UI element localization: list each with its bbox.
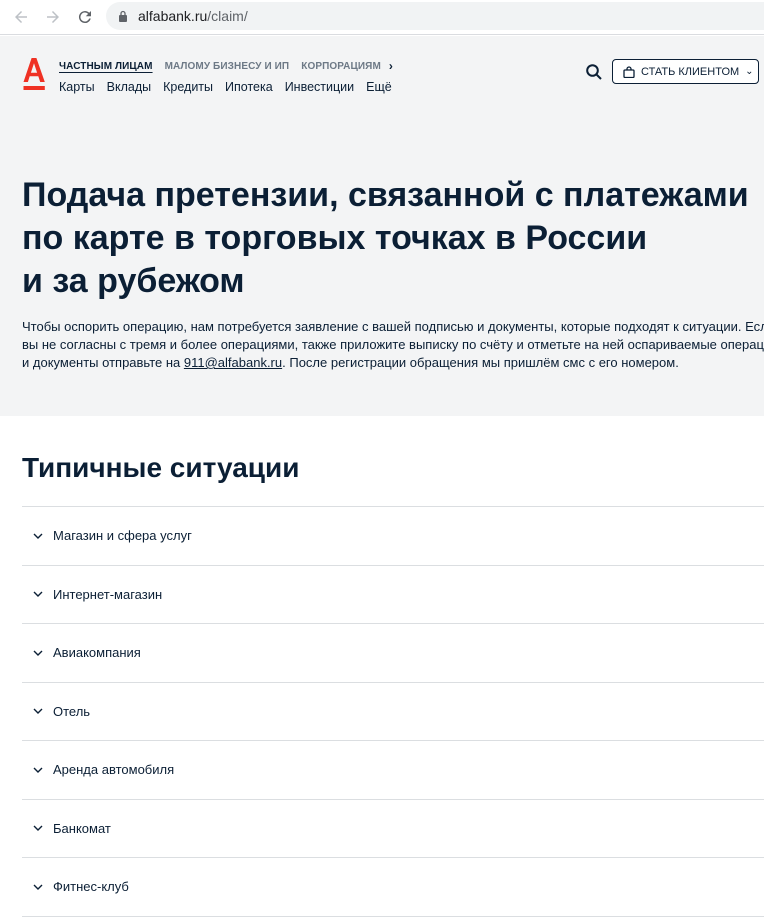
chevron-down-icon	[33, 708, 43, 715]
page-title-line: Подача претензии, связанной с платежами	[22, 176, 749, 214]
become-client-button[interactable]: СТАТЬ КЛИЕНТОМ ⌄	[612, 59, 759, 84]
situations-accordion: Магазин и сфера услуг Интернет-магазин А…	[22, 506, 764, 917]
menu-item-cards[interactable]: Карты	[59, 80, 95, 94]
lock-icon	[119, 10, 127, 22]
accordion-item[interactable]: Банкомат	[22, 800, 764, 858]
accordion-item[interactable]: Аренда автомобиля	[22, 741, 764, 800]
intro-line-end: . После регистрации обращения мы пришлём…	[282, 355, 679, 370]
menu-item-mortgage[interactable]: Ипотека	[225, 80, 273, 94]
chevron-right-icon[interactable]: ›	[389, 59, 393, 73]
alfa-logo-icon[interactable]	[22, 58, 46, 94]
segment-small-business[interactable]: МАЛОМУ БИЗНЕСУ И ИП	[165, 61, 290, 73]
menu-item-deposits[interactable]: Вклады	[107, 80, 151, 94]
url-host: alfabank.ru	[138, 8, 208, 24]
accordion-item-label: Отель	[53, 703, 91, 719]
chevron-down-icon	[33, 533, 43, 539]
chevron-down-icon	[33, 767, 43, 773]
shopping-bag-icon	[623, 65, 635, 78]
menu-item-credits[interactable]: Кредиты	[163, 80, 213, 94]
forward-arrow-icon[interactable]	[42, 6, 64, 28]
accordion-item[interactable]: Отель	[22, 683, 764, 741]
browser-toolbar: alfabank.ru/claim/	[0, 0, 764, 35]
chevron-down-icon	[33, 884, 43, 890]
become-client-label: СТАТЬ КЛИЕНТОМ	[641, 65, 740, 78]
audience-segments: ЧАСТНЫМ ЛИЦАМ МАЛОМУ БИЗНЕСУ И ИП КОРПОР…	[59, 59, 393, 73]
intro-text: Чтобы оспорить операцию, нам потребуется…	[22, 318, 764, 372]
accordion-item-label: Магазин и сфера услуг	[53, 528, 192, 544]
url-path: /claim/	[207, 8, 248, 24]
intro-line: вы не согласны с тремя и более операциям…	[22, 337, 764, 352]
accordion-item-label: Фитнес-клуб	[53, 879, 129, 895]
reload-icon[interactable]	[74, 6, 96, 28]
intro-line-start: и документы отправьте на	[22, 355, 184, 370]
chevron-down-icon	[33, 825, 43, 832]
intro-line: и документы отправьте на 911@alfabank.ru…	[22, 354, 764, 372]
situations-title: Типичные ситуации	[22, 452, 300, 483]
accordion-item[interactable]: Интернет-магазин	[22, 566, 764, 624]
page-title-line: по карте в торговых точках в России	[22, 219, 648, 257]
accordion-item-label: Интернет-магазин	[53, 586, 163, 602]
menu-item-more[interactable]: Ещё	[366, 80, 392, 94]
main-menu: Карты Вклады Кредиты Ипотека Инвестиции …	[59, 80, 404, 94]
intro-line: Чтобы оспорить операцию, нам потребуется…	[22, 319, 764, 334]
accordion-item-label: Банкомат	[53, 820, 111, 836]
accordion-item-label: Авиакомпания	[53, 645, 141, 661]
back-arrow-icon[interactable]	[10, 6, 32, 28]
accordion-item[interactable]: Авиакомпания	[22, 624, 764, 683]
page-title-line: и за рубежом	[22, 262, 245, 300]
chevron-down-icon	[33, 650, 43, 656]
menu-item-investments[interactable]: Инвестиции	[285, 80, 354, 94]
chevron-down-icon	[33, 591, 43, 598]
accordion-item[interactable]: Фитнес-клуб	[22, 858, 764, 917]
chevron-down-icon: ⌄	[745, 66, 754, 77]
segment-private[interactable]: ЧАСТНЫМ ЛИЦАМ	[59, 61, 153, 73]
segment-corporate[interactable]: КОРПОРАЦИЯМ	[301, 61, 381, 73]
accordion-item-label: Аренда автомобиля	[53, 762, 175, 778]
support-email-link[interactable]: 911@alfabank.ru	[184, 355, 282, 370]
address-bar[interactable]: alfabank.ru/claim/	[106, 2, 764, 30]
search-icon[interactable]	[585, 63, 603, 81]
page-title: Подача претензии, связанной с платежами …	[22, 174, 764, 303]
accordion-item[interactable]: Магазин и сфера услуг	[22, 507, 764, 566]
